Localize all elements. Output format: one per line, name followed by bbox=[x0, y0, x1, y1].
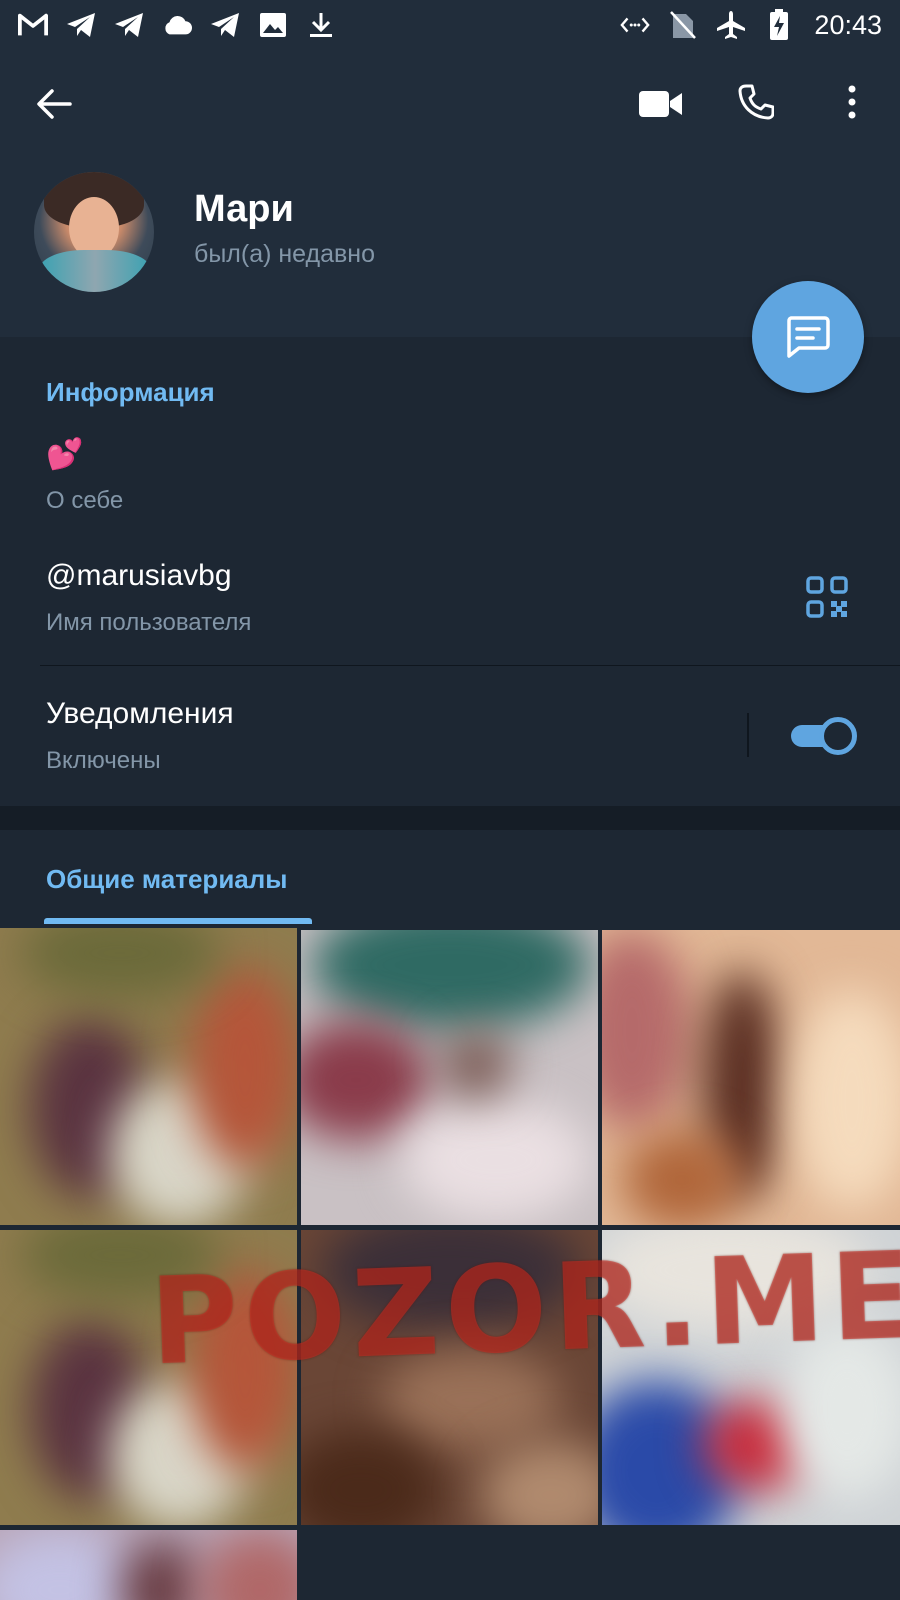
info-section-title: Информация bbox=[46, 377, 215, 407]
username-value[interactable]: @marusiavbg bbox=[46, 559, 232, 593]
tab-shared-media[interactable]: Общие материалы bbox=[46, 864, 287, 895]
voice-call-button[interactable] bbox=[734, 80, 778, 124]
bio-label: О себе bbox=[46, 487, 124, 514]
phone-icon bbox=[738, 84, 774, 120]
watermark: POZOR.ME bbox=[147, 1226, 900, 1393]
profile-header: Мари был(а) недавно bbox=[0, 50, 900, 337]
divider bbox=[40, 665, 900, 666]
data-transfer-icon bbox=[620, 10, 651, 40]
profile-name: Мари bbox=[194, 188, 294, 230]
more-button[interactable] bbox=[832, 80, 872, 124]
send-message-button[interactable] bbox=[752, 281, 864, 393]
telegram-icon bbox=[114, 10, 144, 40]
notification-icons bbox=[18, 10, 336, 40]
download-icon bbox=[306, 10, 336, 40]
status-bar: 20:43 bbox=[0, 0, 900, 50]
notifications-toggle[interactable] bbox=[789, 717, 859, 755]
section-gap bbox=[0, 806, 900, 830]
avatar[interactable] bbox=[34, 172, 154, 292]
media-thumbnail[interactable] bbox=[0, 1530, 297, 1600]
username-label: Имя пользователя bbox=[46, 609, 252, 636]
message-icon bbox=[787, 316, 830, 358]
clock: 20:43 bbox=[814, 9, 882, 40]
bio-text[interactable]: 💕 bbox=[46, 437, 83, 472]
gmail-icon bbox=[18, 10, 48, 40]
cloud-icon bbox=[162, 10, 192, 40]
airplane-mode-icon bbox=[716, 10, 746, 40]
media-thumbnail[interactable] bbox=[602, 930, 900, 1225]
shared-media-section: Общие материалы bbox=[0, 830, 900, 1600]
video-call-button[interactable] bbox=[636, 82, 686, 126]
telegram-icon bbox=[66, 10, 96, 40]
media-thumbnail[interactable] bbox=[0, 928, 297, 1225]
notifications-status: Включены bbox=[46, 747, 161, 774]
image-icon bbox=[258, 10, 288, 40]
no-sim-icon bbox=[668, 10, 698, 40]
telegram-icon bbox=[210, 10, 240, 40]
video-call-icon bbox=[639, 91, 682, 117]
qr-code-icon bbox=[806, 576, 848, 618]
system-icons: 20:43 bbox=[620, 9, 882, 41]
battery-charging-icon bbox=[764, 9, 794, 40]
vertical-separator bbox=[747, 713, 749, 757]
media-thumbnail[interactable] bbox=[301, 930, 598, 1225]
back-button[interactable] bbox=[32, 82, 76, 126]
profile-status: был(а) недавно bbox=[194, 240, 376, 268]
back-arrow-icon bbox=[37, 89, 72, 119]
more-vertical-icon bbox=[848, 85, 856, 119]
info-section: Информация 💕 О себе @marusiavbg Имя поль… bbox=[0, 337, 900, 806]
notifications-title[interactable]: Уведомления bbox=[46, 697, 234, 731]
qr-code-button[interactable] bbox=[806, 576, 848, 618]
tab-indicator bbox=[44, 918, 312, 924]
